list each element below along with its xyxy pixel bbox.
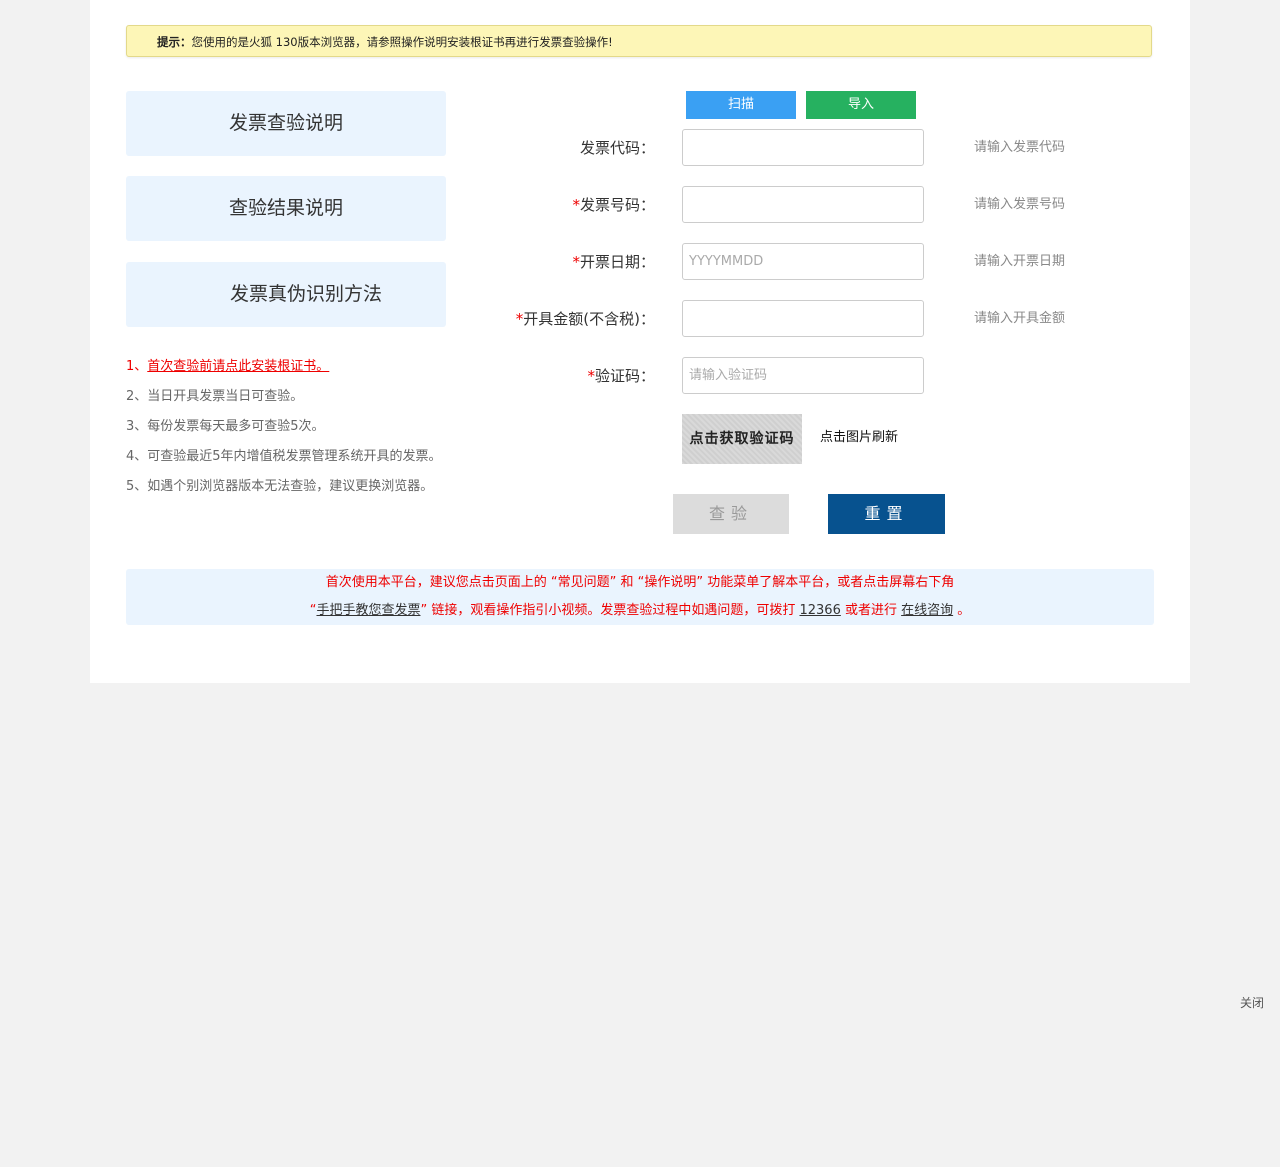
notice-line-2: “手把手教您查发票” 链接，观看操作指引小视频。发票查验过程中如遇问题，可拨打 … bbox=[126, 597, 1154, 625]
invoice-number-row: *发票号码： 请输入发票号码 bbox=[490, 186, 1190, 224]
invoice-number-label-text: 发票号码： bbox=[579, 196, 655, 214]
usage-notice: 首次使用本平台，建议您点击页面上的 “常见问题” 和 “操作说明” 功能菜单了解… bbox=[126, 569, 1154, 625]
main-panel: 提示：您使用的是火狐 130版本浏览器，请参照操作说明安装根证书再进行发票查验操… bbox=[90, 0, 1190, 683]
required-star: * bbox=[572, 253, 580, 271]
import-button[interactable]: 导入 bbox=[806, 91, 916, 119]
invoice-code-row: 发票代码： 请输入发票代码 bbox=[490, 129, 1190, 167]
note-item-1: 1、首次查验前请点此安装根证书。 bbox=[126, 357, 496, 387]
notice-end-text: 。 bbox=[953, 603, 971, 618]
invoice-code-input[interactable] bbox=[682, 129, 924, 166]
notice-or-text: 或者进行 bbox=[840, 603, 902, 618]
tip-prefix: 提示： bbox=[157, 35, 192, 49]
notice-mid-text: ” 链接，观看操作指引小视频。发票查验过程中如遇问题，可拨打 bbox=[420, 603, 800, 618]
issue-date-row: *开票日期： 请输入开票日期 bbox=[490, 243, 1190, 281]
invoice-code-label-text: 发票代码： bbox=[579, 139, 655, 157]
captcha-image[interactable]: 点击获取验证码 bbox=[682, 414, 802, 464]
note-item-4: 4、可查验最近5年内增值税发票管理系统开具的发票。 bbox=[126, 449, 442, 464]
captcha-label-text: 验证码： bbox=[594, 367, 655, 385]
invoice-code-hint: 请输入发票代码 bbox=[974, 140, 1066, 155]
notice-line-1: 首次使用本平台，建议您点击页面上的 “常见问题” 和 “操作说明” 功能菜单了解… bbox=[325, 575, 955, 590]
note-item-3: 3、每份发票每天最多可查验5次。 bbox=[126, 419, 325, 434]
amount-row: *开具金额(不含税)： 请输入开具金额 bbox=[490, 300, 1190, 338]
issue-date-label: *开票日期： bbox=[572, 243, 655, 281]
issue-date-label-text: 开票日期： bbox=[579, 253, 655, 271]
invoice-check-desc-button[interactable]: 发票查验说明 bbox=[126, 91, 446, 156]
refresh-captcha-text[interactable]: 点击图片刷新 bbox=[820, 426, 898, 445]
close-link[interactable]: 关闭 bbox=[1240, 994, 1264, 1011]
captcha-input[interactable] bbox=[682, 357, 924, 394]
notes-list: 1、首次查验前请点此安装根证书。 2、当日开具发票当日可查验。 3、每份发票每天… bbox=[126, 357, 496, 507]
scan-button[interactable]: 扫描 bbox=[686, 91, 796, 119]
install-cert-link[interactable]: 首次查验前请点此安装根证书。 bbox=[147, 359, 329, 374]
reset-button[interactable]: 重置 bbox=[828, 494, 945, 534]
amount-input[interactable] bbox=[682, 300, 924, 337]
note-number: 1、 bbox=[126, 359, 148, 374]
amount-label-text: 开具金额(不含税)： bbox=[523, 310, 655, 328]
amount-hint: 请输入开具金额 bbox=[974, 311, 1066, 326]
online-consult-link[interactable]: 在线咨询 bbox=[901, 603, 953, 618]
invoice-code-label: 发票代码： bbox=[580, 129, 655, 167]
required-star: * bbox=[587, 367, 595, 385]
amount-label: *开具金额(不含税)： bbox=[516, 300, 655, 338]
authenticity-method-button[interactable]: 发票真伪识别方法 bbox=[126, 262, 446, 327]
result-desc-button[interactable]: 查验结果说明 bbox=[126, 176, 446, 241]
browser-tip-banner: 提示：您使用的是火狐 130版本浏览器，请参照操作说明安装根证书再进行发票查验操… bbox=[126, 25, 1152, 57]
phone-link[interactable]: 12366 bbox=[799, 603, 840, 618]
check-button[interactable]: 查验 bbox=[673, 494, 789, 534]
note-item-5: 5、如遇个别浏览器版本无法查验，建议更换浏览器。 bbox=[126, 479, 434, 494]
issue-date-hint: 请输入开票日期 bbox=[974, 254, 1066, 269]
invoice-number-input[interactable] bbox=[682, 186, 924, 223]
invoice-number-label: *发票号码： bbox=[572, 186, 655, 224]
required-star: * bbox=[572, 196, 580, 214]
invoice-number-hint: 请输入发票号码 bbox=[974, 197, 1066, 212]
note-item-2: 2、当日开具发票当日可查验。 bbox=[126, 389, 304, 404]
tip-text: 您使用的是火狐 130版本浏览器，请参照操作说明安装根证书再进行发票查验操作! bbox=[191, 35, 613, 49]
tutorial-link[interactable]: 手把手教您查发票 bbox=[316, 603, 420, 618]
captcha-label: *验证码： bbox=[587, 357, 655, 395]
issue-date-input[interactable] bbox=[682, 243, 924, 280]
captcha-row: *验证码： bbox=[490, 357, 1190, 395]
